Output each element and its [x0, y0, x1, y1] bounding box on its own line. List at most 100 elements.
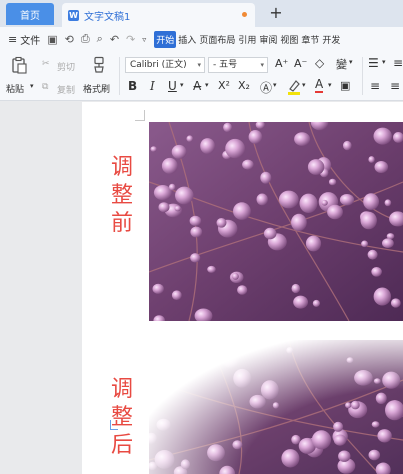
font-size-select[interactable]: - 五号 ▾ — [208, 57, 268, 73]
redo-icon[interactable]: ↷ — [126, 33, 135, 46]
text-cursor-marker — [110, 420, 118, 430]
water-drop — [299, 193, 318, 213]
save-icon[interactable]: ▣ — [47, 33, 57, 46]
paste-icon[interactable] — [10, 56, 28, 74]
water-drop — [339, 194, 355, 206]
water-drop — [305, 235, 322, 252]
tab-insert[interactable]: 插入 — [177, 32, 197, 47]
highlight-icon[interactable] — [287, 79, 301, 95]
water-drop — [152, 283, 164, 294]
chevron-down-icon: ▾ — [260, 61, 264, 69]
water-drop — [294, 132, 311, 146]
paste-dropdown-icon[interactable]: ▾ — [30, 82, 34, 90]
copy-button[interactable]: 复制 — [57, 83, 75, 96]
water-drop — [150, 146, 157, 152]
underline-button[interactable]: U — [168, 79, 177, 93]
text-effect-button[interactable]: Ⓐ — [260, 79, 272, 96]
ribbon-divider — [119, 57, 120, 95]
chevron-down-icon[interactable]: ▾ — [205, 81, 209, 89]
chevron-down-icon[interactable]: ▾ — [349, 58, 353, 66]
water-drop — [190, 226, 203, 238]
photo-before[interactable] — [149, 122, 403, 321]
undo-icon[interactable]: ↶ — [110, 33, 119, 46]
water-drop — [207, 265, 216, 273]
water-drop — [361, 240, 369, 248]
water-drop — [328, 178, 337, 186]
bullet-list-icon[interactable]: ☰ — [368, 56, 379, 70]
print-preview-icon[interactable]: ⌕ — [97, 32, 103, 46]
water-drop — [367, 249, 378, 260]
water-drop — [171, 290, 182, 300]
water-drop — [363, 193, 379, 210]
subscript-button[interactable]: X₂ — [238, 79, 250, 92]
tab-section[interactable]: 章节 — [300, 32, 320, 47]
tab-start[interactable]: 开始 — [154, 30, 177, 48]
file-menu-button[interactable]: ≡ 文件 — [8, 32, 40, 47]
shrink-font-button[interactable]: A⁻ — [294, 57, 307, 70]
water-drop — [382, 238, 394, 249]
strikethrough-button[interactable]: A̶ — [193, 79, 201, 93]
font-color-button[interactable]: A — [315, 78, 324, 93]
water-drop — [327, 204, 343, 220]
water-drop — [384, 199, 392, 207]
water-drop — [371, 267, 382, 277]
file-menu-label: 文件 — [20, 35, 41, 47]
font-name-select[interactable]: Calibri (正文) ▾ — [125, 57, 205, 73]
margin-marker — [135, 120, 145, 121]
chevron-down-icon[interactable]: ▾ — [180, 81, 184, 89]
water-drop — [256, 193, 268, 206]
chevron-down-icon[interactable]: ▾ — [328, 81, 332, 89]
tab-home[interactable]: 首页 — [6, 3, 54, 25]
tab-document[interactable]: W 文字文稿1 — [62, 3, 255, 27]
new-tab-button[interactable]: + — [266, 2, 286, 24]
tab-view[interactable]: 视图 — [279, 32, 299, 47]
water-drop — [200, 138, 215, 154]
customize-toolbar-icon[interactable]: ▿ — [142, 35, 146, 44]
chevron-down-icon[interactable]: ▾ — [382, 58, 386, 66]
italic-button[interactable]: I — [150, 79, 155, 93]
superscript-button[interactable]: X² — [218, 79, 230, 92]
tab-developer[interactable]: 开发 — [321, 32, 341, 47]
format-painter-button[interactable]: 格式刷 — [83, 82, 110, 95]
water-drop — [242, 159, 254, 170]
water-drop — [158, 202, 170, 213]
photo-after[interactable] — [149, 340, 403, 474]
ribbon-divider — [362, 57, 363, 95]
chevron-down-icon: ▾ — [197, 61, 201, 69]
export-pdf-icon[interactable]: ⟲ — [65, 33, 74, 46]
water-drop — [231, 272, 239, 280]
bold-button[interactable]: B — [128, 79, 137, 93]
water-drop — [260, 171, 272, 184]
paste-button[interactable]: 粘贴 — [6, 82, 24, 95]
pinyin-guide-button[interactable]: 變 — [336, 56, 347, 72]
water-drop — [293, 295, 308, 309]
water-drop — [223, 122, 233, 133]
format-painter-icon[interactable] — [90, 56, 108, 74]
tab-review[interactable]: 审阅 — [258, 32, 278, 47]
unsaved-dot-icon — [242, 12, 247, 17]
copy-icon[interactable]: ⧉ — [42, 82, 48, 92]
water-drop — [291, 283, 301, 294]
hamburger-icon: ≡ — [8, 32, 18, 46]
writer-doc-icon: W — [68, 9, 79, 21]
water-drop — [278, 190, 299, 209]
water-drop — [321, 199, 328, 206]
tab-references[interactable]: 引用 — [237, 32, 257, 47]
align-left-icon[interactable]: ≡ — [370, 79, 380, 93]
chevron-down-icon[interactable]: ▾ — [273, 81, 277, 89]
grow-font-button[interactable]: A⁺ — [275, 57, 288, 70]
tab-page-layout[interactable]: 页面布局 — [198, 32, 236, 47]
print-icon[interactable]: ⎙ — [81, 32, 90, 46]
label-before: 调 整 前 — [110, 155, 133, 236]
menu-bar: ≡ 文件 ▣ ⟲ ⎙ ⌕ ↶ ↷ ▿ 开始 插入 页面布局 引用 审阅 视图 章… — [0, 27, 403, 51]
cut-button[interactable]: 剪切 — [57, 60, 75, 73]
water-drop — [171, 144, 187, 159]
clear-format-button[interactable]: ◇ — [315, 56, 324, 70]
numbered-list-icon[interactable]: ≡ — [393, 56, 403, 70]
water-drop — [312, 299, 320, 307]
character-border-icon[interactable]: ▣ — [340, 79, 350, 92]
chevron-down-icon[interactable]: ▾ — [302, 81, 306, 89]
align-center-icon[interactable]: ≡ — [390, 79, 400, 93]
cut-icon[interactable]: ✂ — [42, 59, 50, 69]
water-drop — [368, 156, 375, 163]
